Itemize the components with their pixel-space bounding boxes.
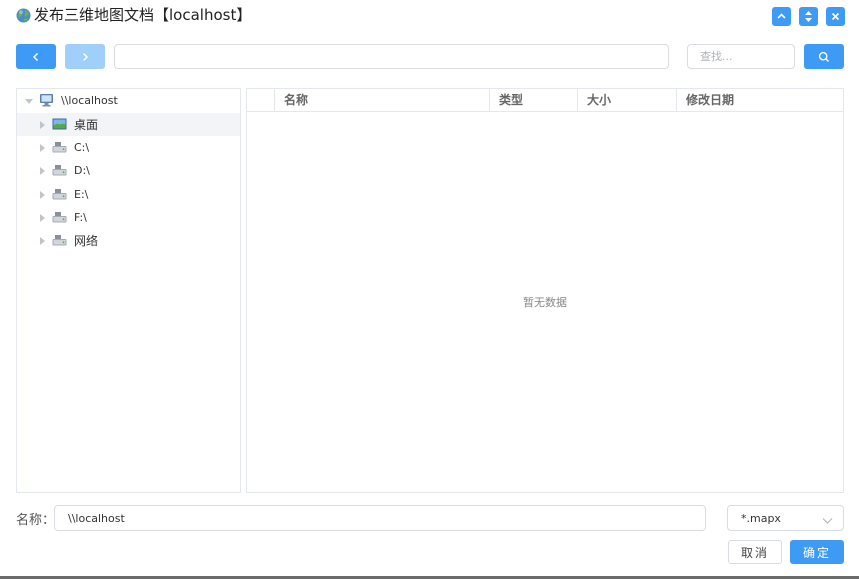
window-title: 发布三维地图文档【localhost】 [34,6,252,24]
file-name-input[interactable] [54,505,706,531]
caret-right-icon[interactable] [40,167,45,175]
tree-item-localhost[interactable]: \\localhost [17,89,240,112]
column-header-modified[interactable]: 修改日期 [677,89,843,111]
chevron-left-icon [32,52,39,61]
file-list: 名称 类型 大小 修改日期 暂无数据 [246,88,844,493]
drive-icon [52,188,67,203]
tree-item-desktop[interactable]: 桌面 [17,113,240,136]
tree-item-label: 桌面 [74,118,99,132]
name-label: 名称： [16,513,56,528]
ok-button[interactable]: 确定 [790,540,844,564]
tree-item-network[interactable]: 网络 [17,229,240,252]
minimize-icon [777,13,786,19]
drive-icon [52,211,67,226]
caret-down-icon[interactable] [25,99,33,104]
folder-tree: \\localhost 桌面 C:\ D:\ E:\ F:\ 网络 [16,88,241,493]
caret-right-icon[interactable] [40,191,45,199]
tree-item-label: \\localhost [61,94,118,107]
caret-right-icon[interactable] [40,237,45,245]
forward-button[interactable] [65,44,105,69]
tree-item-label: D:\ [74,164,90,177]
globe-icon [16,8,31,23]
computer-icon [39,93,54,110]
column-header-name[interactable]: 名称 [275,89,490,111]
file-type-value: *.mapx [741,512,781,525]
cancel-button[interactable]: 取消 [728,540,782,564]
title-bar: 发布三维地图文档【localhost】 [0,0,859,32]
caret-right-icon[interactable] [40,144,45,152]
drive-icon [52,141,67,156]
tree-item-label: F:\ [74,211,87,224]
search-button[interactable] [804,44,844,69]
minimize-button[interactable] [772,7,791,26]
desktop-icon [52,118,67,133]
caret-right-icon[interactable] [40,214,45,222]
file-list-header: 名称 类型 大小 修改日期 [247,89,843,112]
back-button[interactable] [16,44,56,69]
close-button[interactable] [826,7,845,26]
caret-right-icon[interactable] [40,121,45,129]
maximize-button[interactable] [799,7,818,26]
maximize-icon [805,11,812,22]
search-input[interactable] [687,44,795,69]
tree-item-label: E:\ [74,188,89,201]
chevron-down-icon [822,514,833,528]
drive-icon [52,164,67,179]
file-type-select[interactable]: *.mapx [727,505,844,531]
tree-item-drive-f[interactable]: F:\ [17,206,240,229]
tree-item-drive-c[interactable]: C:\ [17,136,240,159]
select-column-header[interactable] [247,89,275,111]
chevron-right-icon [82,52,89,61]
search-icon [818,51,829,62]
tree-item-label: C:\ [74,141,90,154]
path-input[interactable] [114,44,669,69]
network-icon [52,234,67,249]
tree-item-drive-d[interactable]: D:\ [17,159,240,182]
empty-state-text: 暂无数据 [523,296,567,309]
tree-item-label: 网络 [74,234,99,248]
tree-item-drive-e[interactable]: E:\ [17,183,240,206]
column-header-type[interactable]: 类型 [490,89,578,111]
close-icon [831,12,840,21]
column-header-size[interactable]: 大小 [578,89,677,111]
